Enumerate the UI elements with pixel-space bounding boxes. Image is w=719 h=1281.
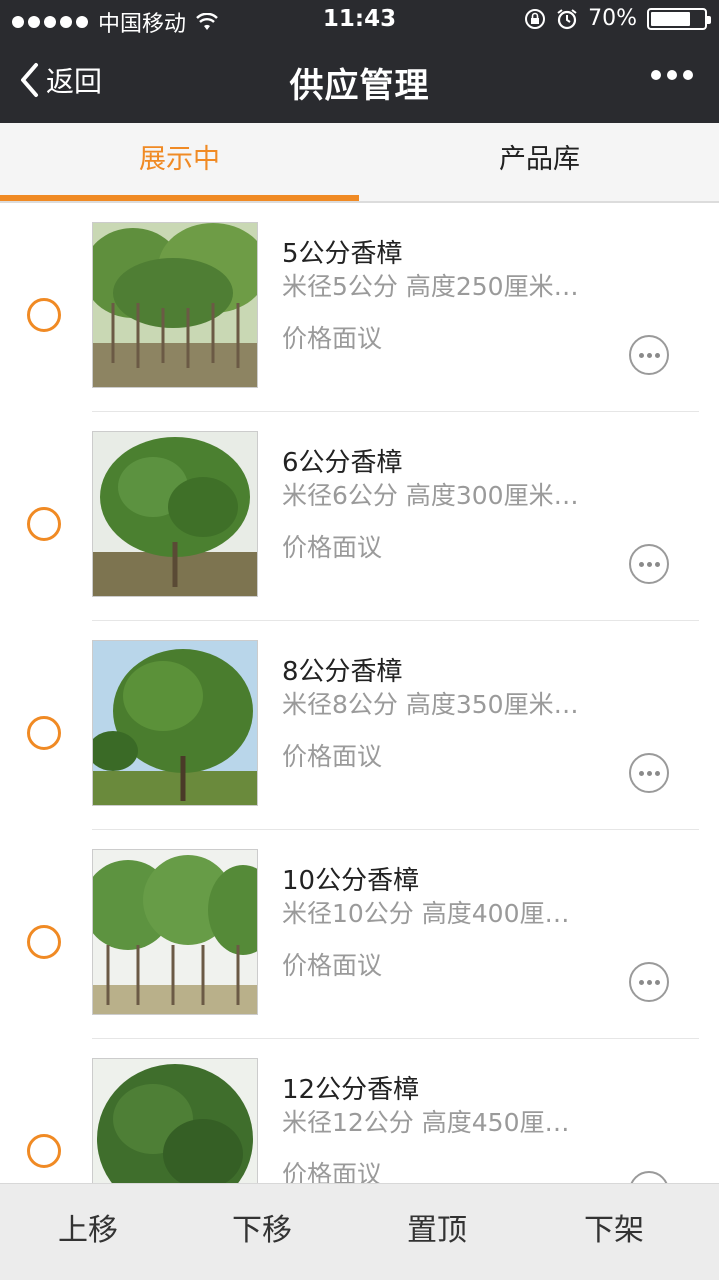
list-item[interactable]: 10公分香樟 米径10公分 高度400厘… 价格面议 — [0, 830, 719, 1039]
list-item[interactable]: 8公分香樟 米径8公分 高度350厘米… 价格面议 — [0, 621, 719, 830]
list-item[interactable]: 5公分香樟 米径5公分 高度250厘米… 价格面议 — [0, 203, 719, 412]
tab-product-library[interactable]: 产品库 — [360, 123, 719, 201]
product-spec: 米径8公分 高度350厘米… — [282, 690, 579, 719]
bottom-toolbar: 上移 下移 置顶 下架 — [0, 1183, 719, 1280]
more-dots-icon — [651, 70, 661, 80]
product-price: 价格面议 — [282, 951, 383, 980]
alarm-icon — [557, 8, 577, 29]
product-spec: 米径12公分 高度450厘… — [282, 1108, 570, 1137]
product-list: 5公分香樟 米径5公分 高度250厘米… 价格面议 6公分香樟 米径6公分 高度… — [0, 203, 719, 1183]
status-bar: 中国移动 11:43 70% — [0, 0, 719, 40]
product-price: 价格面议 — [282, 533, 383, 562]
product-price: 价格面议 — [282, 1160, 383, 1183]
product-name: 5公分香樟 — [282, 239, 403, 269]
tab-bar: 展示中 产品库 — [0, 123, 719, 203]
product-name: 8公分香樟 — [282, 657, 403, 687]
select-radio[interactable] — [27, 716, 61, 750]
product-image — [92, 431, 258, 597]
active-tab-indicator — [0, 195, 359, 201]
page-title: 供应管理 — [289, 66, 430, 106]
item-options-button[interactable] — [629, 544, 669, 584]
product-image — [92, 849, 258, 1015]
product-price: 价格面议 — [282, 742, 383, 771]
battery-percent: 70% — [588, 6, 637, 31]
product-spec: 米径10公分 高度400厘… — [282, 899, 570, 928]
more-menu-button[interactable] — [651, 70, 693, 80]
list-item[interactable]: 12公分香樟 米径12公分 高度450厘… 价格面议 — [0, 1039, 719, 1183]
top-bar: 中国移动 11:43 70% 返回 供应管理 — [0, 0, 719, 123]
select-radio[interactable] — [27, 925, 61, 959]
product-image — [92, 222, 258, 388]
rotation-lock-icon — [525, 8, 546, 29]
product-spec: 米径5公分 高度250厘米… — [282, 272, 579, 301]
move-down-button[interactable]: 下移 — [174, 1184, 350, 1281]
pin-top-button[interactable]: 置顶 — [349, 1184, 525, 1281]
item-options-button[interactable] — [629, 753, 669, 793]
product-spec: 米径6公分 高度300厘米… — [282, 481, 579, 510]
list-item[interactable]: 6公分香樟 米径6公分 高度300厘米… 价格面议 — [0, 412, 719, 621]
product-name: 6公分香樟 — [282, 448, 403, 478]
item-options-button[interactable] — [629, 335, 669, 375]
nav-bar: 返回 供应管理 — [0, 40, 719, 123]
product-image — [92, 1058, 258, 1183]
take-down-button[interactable]: 下架 — [526, 1184, 702, 1281]
tab-showing[interactable]: 展示中 — [0, 123, 359, 201]
item-options-button[interactable] — [629, 962, 669, 1002]
product-name: 10公分香樟 — [282, 866, 420, 896]
select-radio[interactable] — [27, 507, 61, 541]
battery-icon — [647, 7, 711, 30]
select-radio[interactable] — [27, 1134, 61, 1168]
product-image — [92, 640, 258, 806]
product-price: 价格面议 — [282, 324, 383, 353]
product-name: 12公分香樟 — [282, 1075, 420, 1105]
item-options-button[interactable] — [629, 1171, 669, 1183]
select-radio[interactable] — [27, 298, 61, 332]
move-up-button[interactable]: 上移 — [0, 1184, 176, 1281]
